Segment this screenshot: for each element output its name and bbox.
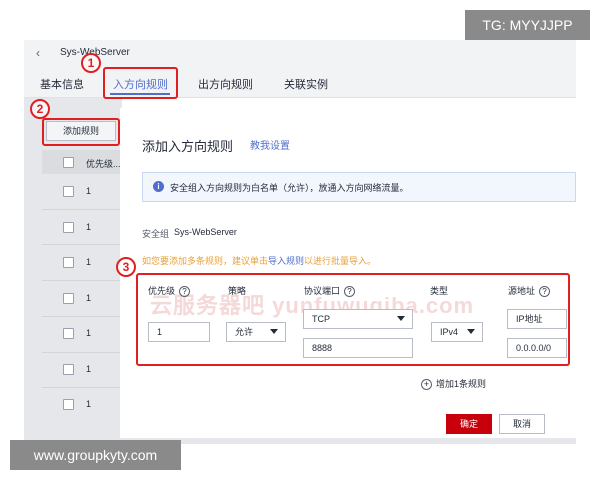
tab-outbound-rules[interactable]: 出方向规则	[198, 76, 253, 92]
help-link[interactable]: 教我设置	[250, 137, 290, 152]
dialog-title: 添加入方向规则	[142, 139, 234, 154]
row-checkbox[interactable]	[63, 222, 74, 233]
row-divider	[42, 352, 120, 353]
annotation-box-inbound-tab	[103, 67, 178, 99]
add-one-rule-link[interactable]: + 增加1条规则	[421, 377, 486, 390]
cancel-button[interactable]: 取消	[499, 414, 545, 434]
row-priority: 1	[86, 328, 92, 338]
row-divider	[42, 280, 120, 281]
confirm-button[interactable]: 确定	[446, 414, 492, 434]
row-divider	[42, 209, 120, 210]
plus-icon: +	[421, 379, 432, 390]
tab-basic-info[interactable]: 基本信息	[40, 76, 84, 92]
site-banner: www.groupkyty.com	[10, 440, 181, 470]
row-checkbox[interactable]	[63, 257, 74, 268]
screenshot-frame: ‹ Sys-WebServer 基本信息 入方向规则 出方向规则 关联实例 添加…	[0, 0, 600, 480]
tip-prefix: 如您要添加多条规则，建议单击	[142, 256, 269, 266]
notice-text: 安全组入方向规则为白名单（允许），放通入方向网络流量。	[170, 183, 409, 193]
row-divider	[42, 316, 120, 317]
row-priority: 1	[86, 257, 92, 267]
chevron-left-icon[interactable]: ‹	[36, 46, 40, 60]
row-priority: 1	[86, 399, 92, 409]
tip-suffix: 以进行批量导入。	[304, 256, 377, 266]
priority-column-header: 优先级...	[86, 159, 121, 169]
row-divider	[42, 244, 120, 245]
row-divider	[42, 387, 120, 388]
batch-import-tip: 如您要添加多条规则，建议单击导入规则以进行批量导入。	[142, 254, 376, 267]
add-one-rule-text: 增加1条规则	[436, 379, 487, 389]
annotation-number-3: 3	[116, 257, 136, 277]
row-priority: 1	[86, 364, 92, 374]
row-checkbox[interactable]	[63, 364, 74, 375]
annotation-box-add-rule	[42, 118, 120, 146]
row-checkbox[interactable]	[63, 186, 74, 197]
annotation-number-1: 1	[81, 53, 101, 73]
info-icon: i	[153, 181, 164, 192]
row-checkbox[interactable]	[63, 399, 74, 410]
annotation-number-2: 2	[30, 99, 50, 119]
tab-related-instances[interactable]: 关联实例	[284, 76, 328, 92]
row-priority: 1	[86, 222, 92, 232]
row-priority: 1	[86, 186, 92, 196]
select-all-checkbox[interactable]	[63, 157, 74, 168]
row-priority: 1	[86, 293, 92, 303]
annotation-box-rule-form	[136, 273, 570, 366]
tg-banner: TG: MYYJJPP	[465, 10, 590, 40]
row-checkbox[interactable]	[63, 328, 74, 339]
row-checkbox[interactable]	[63, 293, 74, 304]
security-group-value: Sys-WebServer	[174, 227, 237, 237]
security-group-label: 安全组	[142, 229, 170, 239]
import-rules-link[interactable]: 导入规则	[268, 256, 304, 266]
